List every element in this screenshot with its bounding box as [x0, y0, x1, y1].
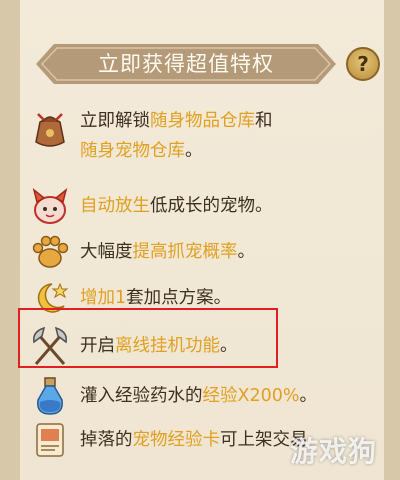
page-title: 立即获得超值特权	[98, 52, 274, 76]
text-plain: 。	[185, 141, 203, 161]
text-highlight: 1	[115, 288, 127, 308]
text-highlight: 提高抓宠概率	[132, 242, 238, 262]
pet-release-icon	[32, 188, 68, 224]
privilege-text: 灌入经验药水的经验X200%。	[80, 381, 380, 411]
text-plain: 灌入经验药水的	[80, 386, 203, 406]
text-plain: 。	[237, 242, 256, 262]
potion-icon	[37, 377, 63, 415]
paw-icon	[32, 235, 69, 268]
privilege-text: 大幅度提高抓宠概率。	[80, 237, 380, 267]
card-scroll-icon	[36, 423, 64, 457]
text-highlight: 随身宠物仓库	[80, 141, 185, 161]
text-plain: 套加点方案。	[126, 288, 232, 308]
text-plain: 立即解锁	[80, 111, 150, 131]
text-plain: 和	[255, 111, 273, 131]
text-highlight: 自动放生	[80, 196, 150, 216]
text-plain: 大幅度	[80, 242, 133, 262]
text-plain: 。	[299, 386, 318, 406]
privilege-text: 自动放生低成长的宠物。	[80, 191, 380, 221]
text-highlight: 宠物经验卡	[132, 430, 221, 450]
text-plain: 低成长的宠物。	[150, 196, 273, 216]
text-highlight: 增加	[80, 288, 115, 308]
annotation-box	[18, 308, 278, 368]
help-button[interactable]: ?	[346, 47, 380, 81]
text-highlight: 随身物品仓库	[150, 111, 255, 131]
text-highlight: 经验X200%	[202, 386, 300, 406]
privilege-text: 立即解锁随身物品仓库和 随身宠物仓库。	[80, 106, 380, 166]
watermark: 游戏狗	[290, 435, 378, 468]
sack-icon	[35, 113, 65, 147]
text-plain: 掉落的	[80, 430, 133, 450]
title-banner: 立即获得超值特权	[36, 44, 336, 84]
